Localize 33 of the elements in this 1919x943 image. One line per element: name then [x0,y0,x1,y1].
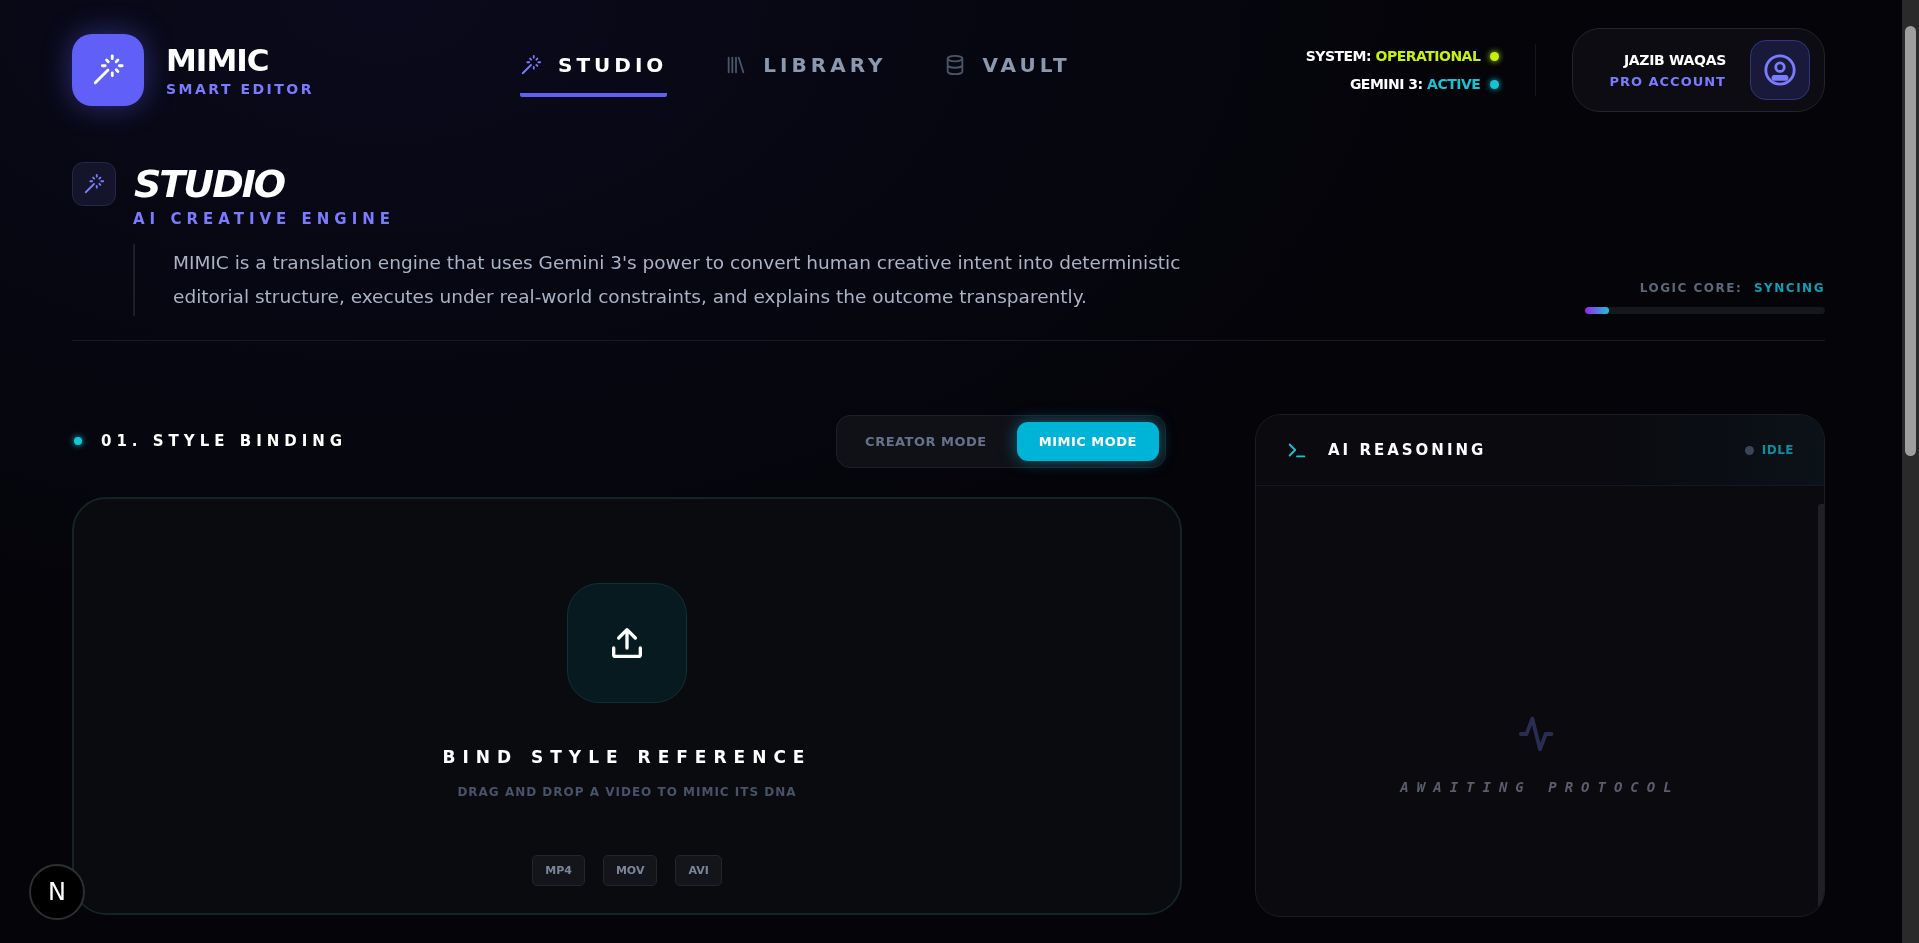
app-subtitle: SMART EDITOR [166,81,315,98]
status-dot [1744,445,1754,455]
magic-wand-icon [83,173,105,195]
dropzone-title: BIND STYLE REFERENCE [442,747,812,767]
nav-tab[interactable]: VAULT [944,43,1071,97]
status-text: IDLE [1761,443,1794,457]
page-subtitle: AI CREATIVE ENGINE [133,210,397,228]
app-title: MIMIC [166,42,270,78]
account-card[interactable]: JAZIB WAQAS PRO ACCOUNT [1572,28,1825,112]
format-tag: MOV [602,855,658,886]
upload-dropzone[interactable]: BIND STYLE REFERENCE DRAG AND DROP A VIDEO TO MIMIC ITS DNA MP4 MOV AVI [72,497,1182,915]
scrollbar[interactable] [1902,0,1919,943]
empty-state-text: AWAITING PROTOCOL [1400,779,1680,795]
page-description: MIMIC is a translation engine that uses Gemini 3's power to convert human creative intent into deterministic editorial structure, executes under real-world constraints, and explains the outcome transparently. [133,244,1243,316]
upload-button[interactable] [567,583,687,703]
account-plan: PRO ACCOUNT [1609,73,1726,89]
mode-button[interactable]: CREATOR MODE [843,421,1009,461]
user-name: JAZIB WAQAS [1622,51,1726,68]
logic-core-status: LOGIC CORE: SYNCING [1638,281,1825,295]
user-icon [1763,53,1797,87]
page-title: STUDIO [134,162,285,206]
panel-title: AI REASONING [1328,441,1487,459]
nav-tab[interactable]: LIBRARY [725,43,887,97]
format-tag: MP4 [532,855,585,886]
nav-tab[interactable]: STUDIO [520,43,668,97]
format-tag: AVI [675,855,722,886]
section-title: 01. STYLE BINDING [101,432,348,450]
status-text: SYSTEM: OPERATIONAL [1305,48,1481,64]
dropzone-hint: DRAG AND DROP A VIDEO TO MIMIC ITS DNA [457,785,797,799]
magic-wand-icon [520,54,542,76]
status-text: GEMINI 3: ACTIVE [1349,76,1481,92]
magic-wand-icon [91,53,125,87]
bullet-dot [74,437,82,445]
